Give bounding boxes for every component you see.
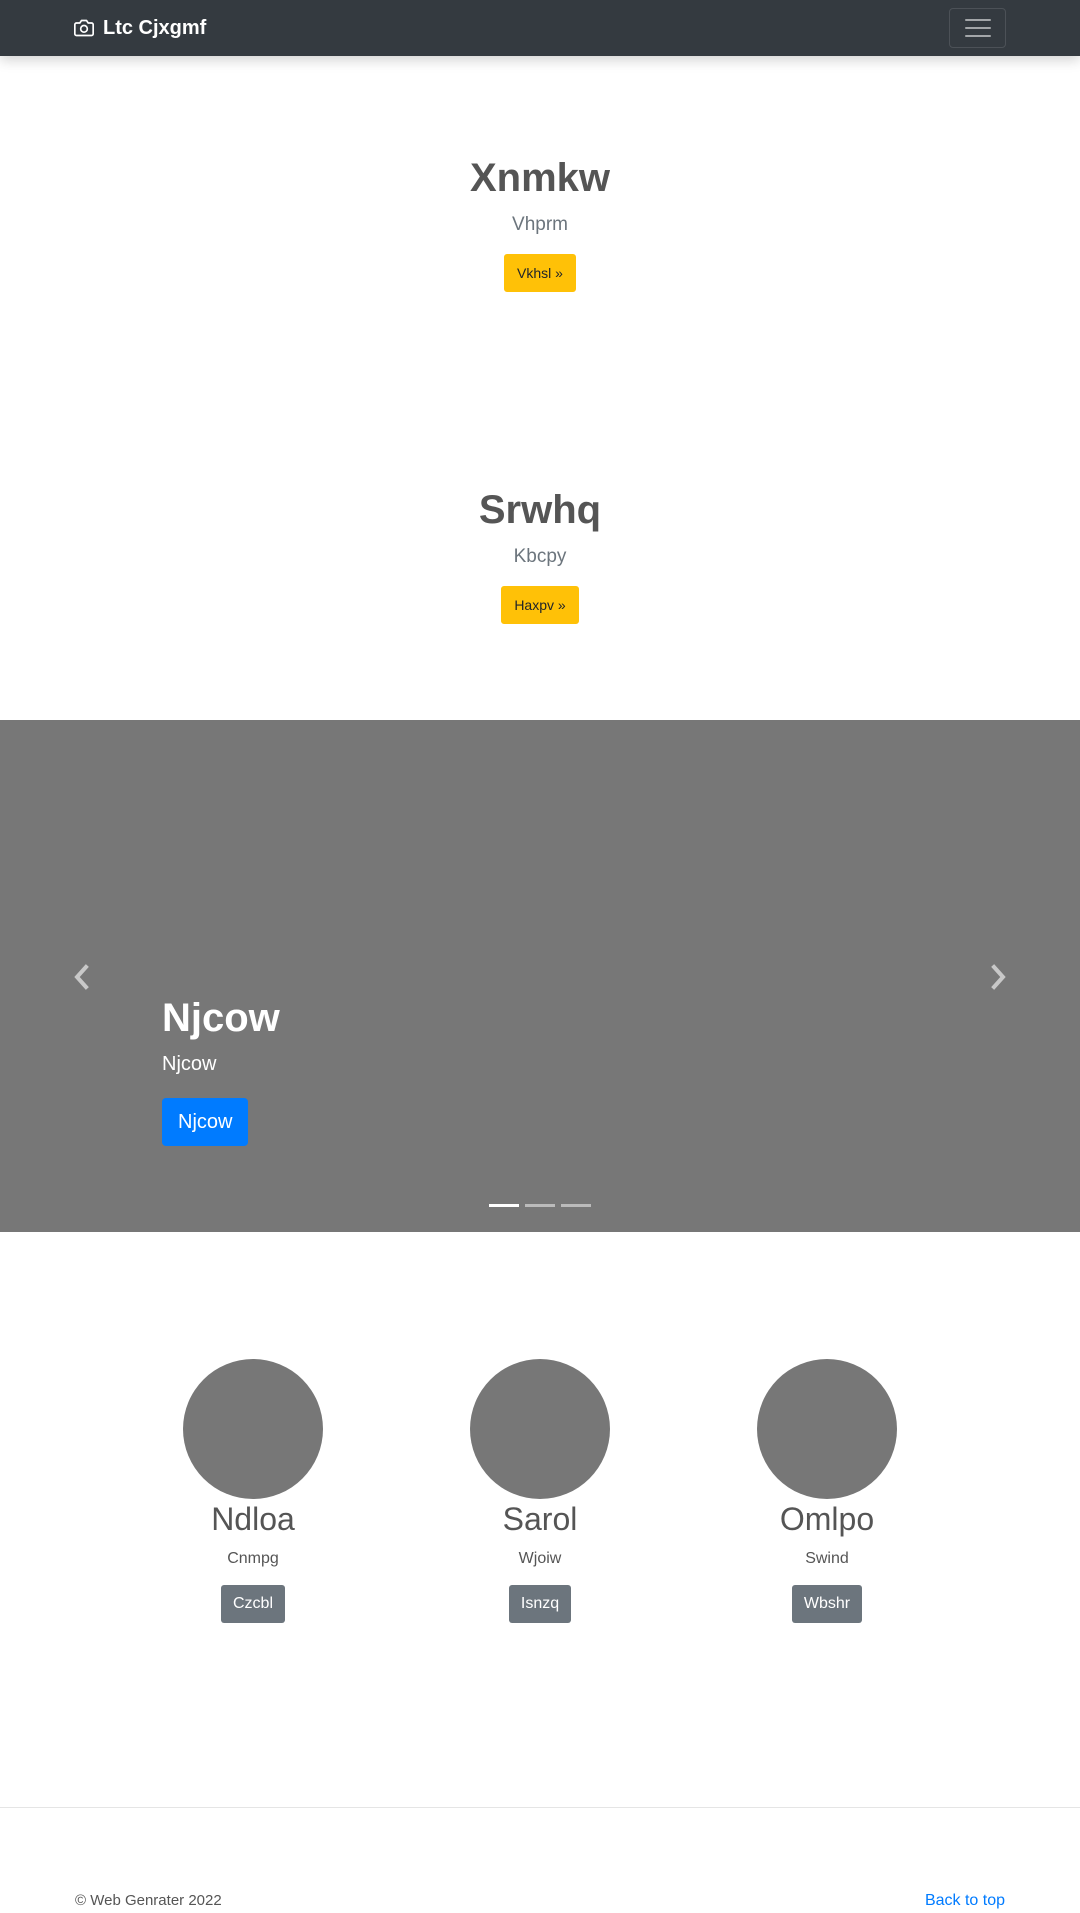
- feature-3-title: Omlpo: [779, 1501, 875, 1537]
- carousel-title: Njcow: [162, 996, 280, 1040]
- feature-column-1: Ndloa Cnmpg Czcbl: [133, 1359, 373, 1623]
- hero-1-title: Xnmkw: [469, 156, 611, 200]
- feature-3-button[interactable]: Wbshr: [791, 1585, 863, 1623]
- hero-1-button[interactable]: Vkhsl »: [504, 254, 576, 292]
- navbar: Ltc Cjxgmf: [0, 0, 1080, 56]
- feature-1-button[interactable]: Czcbl: [220, 1585, 285, 1623]
- hero-section-2: Srwhq Kbcpy Haxpv »: [0, 486, 1080, 624]
- carousel-prev-button[interactable]: [70, 963, 94, 991]
- feature-2-button[interactable]: Isnzq: [508, 1585, 572, 1623]
- chevron-right-icon: [991, 964, 1006, 990]
- feature-3-placeholder-image: [757, 1359, 897, 1499]
- carousel-button[interactable]: Njcow: [162, 1098, 249, 1146]
- feature-1-placeholder-image: [183, 1359, 323, 1499]
- hero-2-title: Srwhq: [478, 488, 602, 532]
- carousel-indicator-3[interactable]: [561, 1204, 591, 1207]
- camera-icon: [74, 19, 94, 37]
- carousel-next-button[interactable]: [986, 963, 1010, 991]
- navbar-toggler-button[interactable]: [949, 8, 1006, 48]
- back-to-top-link[interactable]: Back to top: [925, 1890, 1005, 1912]
- footer-divider: [0, 1807, 1080, 1808]
- carousel-indicator-1[interactable]: [489, 1204, 519, 1207]
- hero-2-subtitle: Kbcpy: [513, 546, 567, 567]
- carousel: Njcow Njcow Njcow: [0, 720, 1080, 1232]
- feature-1-title: Ndloa: [211, 1501, 295, 1537]
- hero-2-button[interactable]: Haxpv »: [501, 586, 579, 624]
- brand-name: Ltc Cjxgmf: [103, 16, 207, 39]
- footer-copyright: © Web Genrater 2022: [75, 1892, 222, 1909]
- hero-section-1: Xnmkw Vhprm Vkhsl »: [0, 154, 1080, 292]
- chevron-left-icon: [74, 964, 89, 990]
- carousel-indicators: [489, 1204, 591, 1207]
- feature-2-text: Wjoiw: [518, 1550, 562, 1567]
- brand-link[interactable]: Ltc Cjxgmf: [74, 14, 206, 42]
- feature-2-placeholder-image: [470, 1359, 610, 1499]
- hero-1-subtitle: Vhprm: [512, 214, 568, 235]
- carousel-indicator-2[interactable]: [525, 1204, 555, 1207]
- feature-3-text: Swind: [805, 1550, 849, 1567]
- hamburger-menu-icon: [964, 19, 991, 21]
- feature-column-2: Sarol Wjoiw Isnzq: [420, 1359, 660, 1623]
- feature-1-text: Cnmpg: [227, 1550, 279, 1567]
- carousel-subtitle: Njcow: [162, 1053, 217, 1075]
- carousel-caption: Njcow Njcow Njcow: [162, 994, 280, 1146]
- feature-column-3: Omlpo Swind Wbshr: [707, 1359, 947, 1623]
- feature-2-title: Sarol: [502, 1501, 578, 1537]
